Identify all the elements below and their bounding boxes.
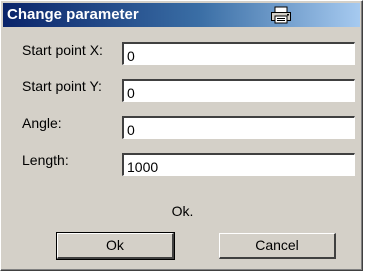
start-point-y-input[interactable] — [122, 79, 355, 102]
cancel-button[interactable]: Cancel — [219, 233, 336, 259]
angle-label: Angle: — [22, 115, 62, 131]
length-label: Length: — [22, 152, 69, 168]
title-bar[interactable]: Change parameter — [3, 3, 360, 27]
ok-button[interactable]: Ok — [56, 232, 175, 260]
window-title: Change parameter — [7, 6, 139, 23]
start-point-x-input[interactable] — [122, 42, 355, 65]
status-text: Ok. — [171, 203, 194, 219]
start-point-y-label: Start point Y: — [22, 78, 102, 94]
angle-input[interactable] — [122, 116, 355, 139]
change-parameter-dialog: Change parameter Start point X: Start po… — [0, 0, 363, 271]
start-point-x-label: Start point X: — [22, 42, 103, 58]
length-input[interactable] — [122, 153, 355, 176]
printer-icon[interactable] — [270, 6, 292, 24]
